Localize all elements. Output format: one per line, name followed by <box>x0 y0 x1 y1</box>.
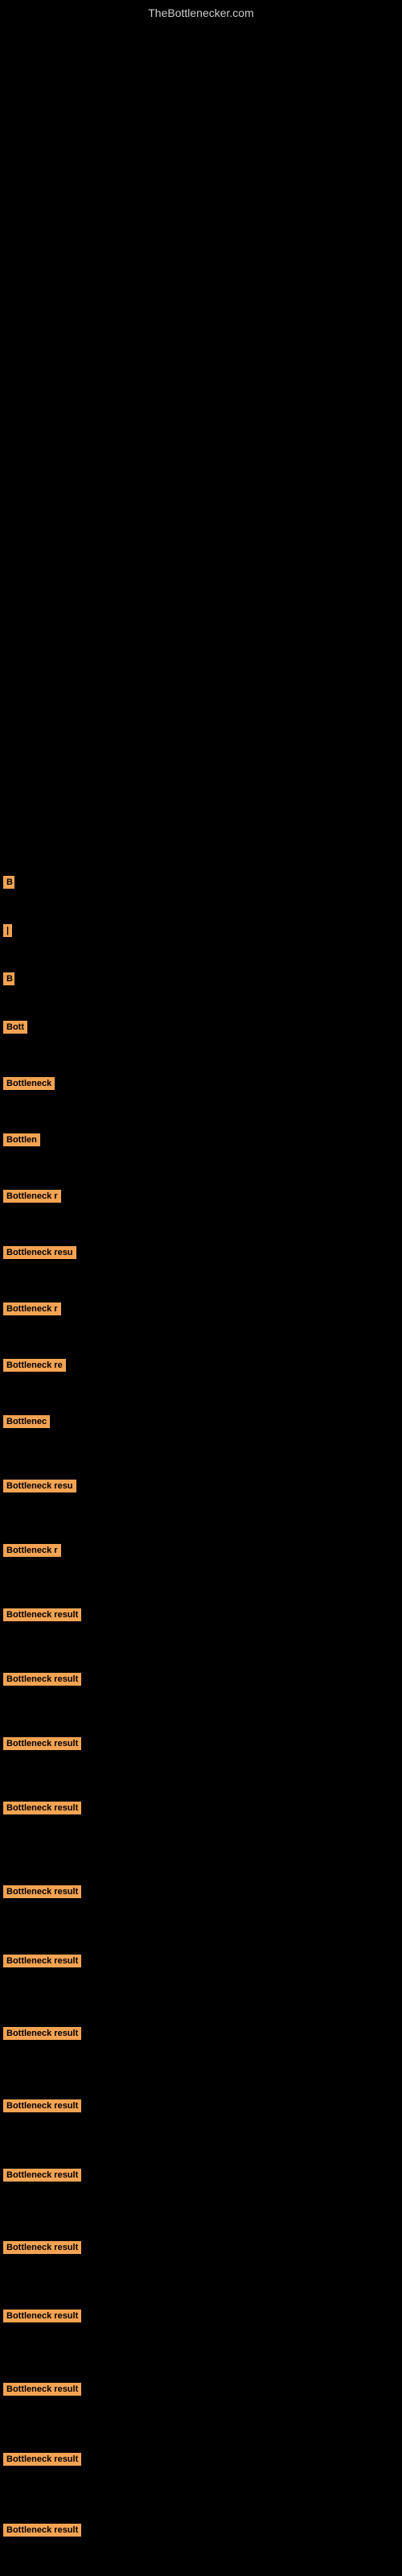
bottleneck-result-item: Bott <box>3 1021 27 1038</box>
bottleneck-label: Bottleneck re <box>3 1359 66 1372</box>
bottleneck-result-item: Bottleneck result <box>3 1673 81 1690</box>
bottleneck-label: Bottleneck result <box>3 1885 81 1898</box>
bottleneck-label: Bottlenec <box>3 1415 50 1428</box>
bottleneck-label: B <box>3 972 14 985</box>
bottleneck-label: Bottlen <box>3 1133 40 1146</box>
bottleneck-result-item: Bottlen <box>3 1133 40 1150</box>
bottleneck-result-item: Bottleneck result <box>3 1885 81 1902</box>
bottleneck-result-item: Bottleneck r <box>3 1190 61 1207</box>
bottleneck-label: Bottleneck result <box>3 1608 81 1621</box>
bottleneck-result-item: Bottleneck result <box>3 1955 81 1971</box>
bottleneck-label: Bottleneck result <box>3 2383 81 2396</box>
bottleneck-result-item: Bottlenec <box>3 1415 50 1432</box>
bottleneck-result-item: Bottleneck result <box>3 1608 81 1625</box>
bottleneck-result-item: Bottleneck result <box>3 2383 81 2400</box>
bottleneck-result-item: Bottleneck result <box>3 2453 81 2470</box>
bottleneck-result-item: Bottleneck result <box>3 1737 81 1754</box>
bottleneck-result-item: Bottleneck result <box>3 1802 81 1818</box>
bottleneck-label: Bott <box>3 1021 27 1034</box>
bottleneck-result-item: Bottleneck result <box>3 2310 81 2326</box>
bottleneck-label: Bottleneck result <box>3 1955 81 1967</box>
bottleneck-label: Bottleneck <box>3 1077 55 1090</box>
bottleneck-result-item: Bottleneck re <box>3 1359 66 1376</box>
bottleneck-result-item: B <box>3 972 14 989</box>
bottleneck-label: Bottleneck resu <box>3 1480 76 1492</box>
bottleneck-label: Bottleneck r <box>3 1302 61 1315</box>
bottleneck-result-item: B <box>3 876 14 893</box>
bottleneck-label: Bottleneck result <box>3 2310 81 2322</box>
bottleneck-result-item: Bottleneck result <box>3 2241 81 2258</box>
bottleneck-result-item: Bottleneck result <box>3 2099 81 2116</box>
bottleneck-result-item: Bottleneck r <box>3 1544 61 1561</box>
bottleneck-label: Bottleneck resu <box>3 1246 76 1259</box>
bottleneck-result-item: | <box>3 924 12 941</box>
bottleneck-result-item: Bottleneck result <box>3 2027 81 2044</box>
bottleneck-label: B <box>3 876 14 889</box>
bottleneck-label: Bottleneck result <box>3 2524 81 2537</box>
bottleneck-label: Bottleneck result <box>3 2099 81 2112</box>
bottleneck-label: Bottleneck result <box>3 1802 81 1814</box>
bottleneck-label: Bottleneck result <box>3 2027 81 2040</box>
bottleneck-label: Bottleneck result <box>3 2453 81 2466</box>
bottleneck-label: | <box>3 924 12 937</box>
bottleneck-result-item: Bottleneck result <box>3 2524 81 2541</box>
bottleneck-label: Bottleneck result <box>3 2241 81 2254</box>
bottleneck-result-item: Bottleneck r <box>3 1302 61 1319</box>
bottleneck-label: Bottleneck r <box>3 1190 61 1203</box>
bottleneck-result-item: Bottleneck <box>3 1077 55 1094</box>
bottleneck-label: Bottleneck result <box>3 1673 81 1686</box>
bottleneck-label: Bottleneck r <box>3 1544 61 1557</box>
bottleneck-label: Bottleneck result <box>3 2169 81 2182</box>
bottleneck-result-item: Bottleneck result <box>3 2169 81 2186</box>
bottleneck-result-item: Bottleneck resu <box>3 1480 76 1496</box>
bottleneck-label: Bottleneck result <box>3 1737 81 1750</box>
site-title: TheBottlenecker.com <box>0 0 402 23</box>
bottleneck-result-item: Bottleneck resu <box>3 1246 76 1263</box>
